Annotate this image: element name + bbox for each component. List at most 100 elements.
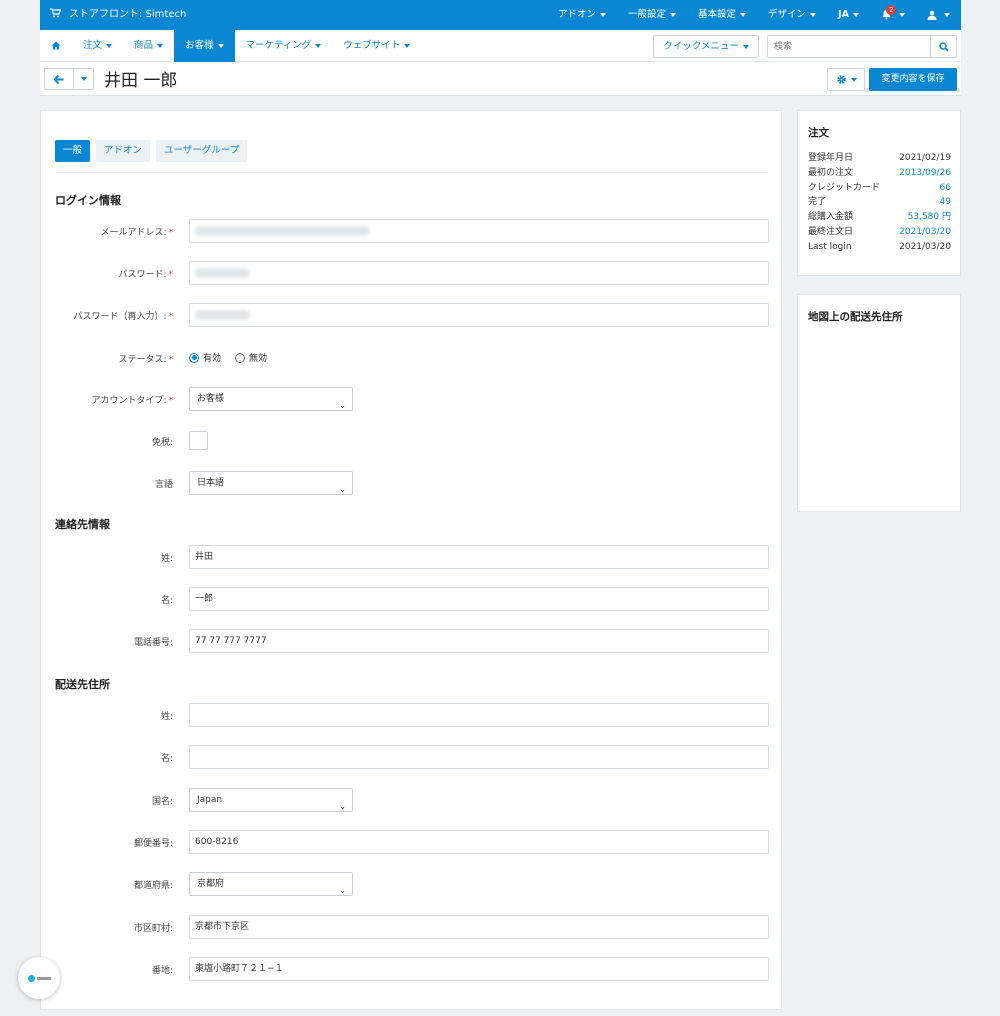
brand-label: ストアフロント: Simtech bbox=[69, 9, 187, 20]
form-tabs: 一般 アドオン ユーザーグループ bbox=[55, 140, 248, 162]
shipping-section-title: 配送先住所 bbox=[55, 678, 110, 691]
shipping-lastname-field[interactable] bbox=[189, 703, 769, 727]
status-radio-group: 有効 無効 bbox=[189, 351, 267, 364]
nav-home[interactable] bbox=[40, 30, 72, 62]
storefront-brand[interactable]: ストアフロント: Simtech bbox=[50, 0, 186, 30]
floating-chat-widget[interactable] bbox=[18, 957, 60, 999]
stat-row: クレジットカード 66 bbox=[808, 181, 951, 196]
tab-addons[interactable]: アドオン bbox=[96, 140, 151, 162]
chevron-down-icon bbox=[404, 43, 411, 48]
language-menu-label: JA bbox=[838, 9, 849, 20]
stat-value-link[interactable]: 2013/09/26 bbox=[899, 166, 951, 181]
stat-row: 登録年月日 2021/02/19 bbox=[808, 151, 951, 166]
email-field[interactable] bbox=[189, 219, 769, 243]
back-button[interactable] bbox=[44, 68, 74, 90]
phone-field[interactable]: 77 77 777 7777 bbox=[189, 629, 769, 653]
tax-exempt-label: 免税: bbox=[151, 438, 173, 448]
top-menu-addons-label: アドオン bbox=[557, 9, 596, 20]
chevron-down-icon bbox=[600, 12, 606, 17]
account-type-label-text: アカウントタイプ: bbox=[91, 396, 167, 406]
page-title: 井田 一郎 bbox=[104, 71, 178, 91]
top-menu-basic-settings[interactable]: 基本設定 bbox=[687, 0, 757, 30]
redacted-value bbox=[195, 267, 250, 278]
stat-row: 最初の注文 2013/09/26 bbox=[808, 166, 951, 181]
nav-products[interactable]: 商品 bbox=[123, 30, 174, 62]
shipping-firstname-label: 名: bbox=[160, 754, 173, 764]
orders-stats: 登録年月日 2021/02/19 最初の注文 2013/09/26 クレジットカード… bbox=[808, 151, 951, 255]
contact-lastname-field[interactable]: 井田 bbox=[189, 545, 769, 569]
orders-summary-panel: 注文 登録年月日 2021/02/19 最初の注文 2013/09/26 クレジット… bbox=[797, 110, 961, 276]
home-icon bbox=[51, 41, 61, 50]
chevron-down-icon bbox=[743, 44, 749, 49]
required-marker: * bbox=[168, 270, 174, 280]
search-input[interactable] bbox=[767, 35, 931, 58]
status-disabled-radio[interactable] bbox=[235, 352, 246, 363]
nav-website[interactable]: ウェブサイト bbox=[332, 30, 421, 62]
stat-value-link[interactable]: 53,580 円 bbox=[908, 210, 951, 225]
nav-orders[interactable]: 注文 bbox=[72, 30, 123, 62]
stat-label: 最初の注文 bbox=[808, 167, 854, 178]
stat-value-link[interactable]: 66 bbox=[940, 181, 951, 196]
account-type-select[interactable]: お客様 ⌄ bbox=[189, 387, 353, 411]
stat-row: 最終注文日 2021/03/20 bbox=[808, 225, 951, 240]
phone-label: 電話番号: bbox=[133, 638, 173, 648]
language-select[interactable]: 日本語 ⌄ bbox=[189, 471, 353, 495]
chevron-down-icon bbox=[740, 12, 747, 17]
city-field[interactable]: 京都市下京区 bbox=[189, 915, 769, 939]
chevron-down-icon: ⌄ bbox=[339, 401, 346, 410]
back-dropdown-button[interactable] bbox=[73, 68, 94, 90]
top-menu-addons[interactable]: アドオン bbox=[547, 0, 617, 30]
status-active-label: 有効 bbox=[203, 354, 222, 364]
cart-icon bbox=[50, 0, 62, 30]
nav-marketing[interactable]: マーケティング bbox=[235, 30, 333, 62]
notification-badge: 2 bbox=[885, 5, 897, 15]
language-menu[interactable]: JA bbox=[827, 0, 870, 30]
account-type-label: アカウントタイプ: * bbox=[91, 393, 173, 406]
top-menu-basic-settings-label: 基本設定 bbox=[698, 9, 737, 20]
save-changes-button[interactable]: 変更内容を保存 bbox=[869, 68, 957, 91]
status-active-radio[interactable] bbox=[189, 352, 199, 363]
login-section-title: ログイン情報 bbox=[55, 194, 121, 207]
country-select[interactable]: Japan ⌄ bbox=[189, 788, 353, 812]
contact-firstname-field[interactable]: 一郎 bbox=[189, 587, 769, 611]
city-label: 市区町村: bbox=[133, 924, 173, 934]
widget-logo-text bbox=[36, 976, 51, 980]
required-marker: * bbox=[168, 355, 174, 365]
settings-dropdown-button[interactable] bbox=[827, 68, 865, 91]
top-menu-general-settings[interactable]: 一般設定 bbox=[617, 0, 687, 30]
notifications-menu[interactable]: 2 bbox=[870, 0, 916, 30]
tax-exempt-checkbox[interactable] bbox=[189, 431, 208, 450]
stat-value: 2021/03/20 bbox=[899, 241, 951, 252]
nav-customers[interactable]: お客様 bbox=[174, 30, 235, 62]
stat-label: Last login bbox=[808, 241, 852, 252]
user-menu[interactable] bbox=[916, 0, 961, 30]
stat-value-link[interactable]: 49 bbox=[940, 195, 951, 210]
quick-menu-button[interactable]: クイックメニュー bbox=[653, 35, 759, 58]
zip-field[interactable]: 600-8216 bbox=[189, 830, 769, 854]
stat-row: Last login 2021/03/20 bbox=[808, 240, 951, 255]
stat-label: 最終注文日 bbox=[808, 226, 854, 237]
shipping-lastname-label: 姓: bbox=[160, 712, 173, 722]
stat-label: クレジットカード bbox=[808, 182, 881, 193]
quick-menu-label: クイックメニュー bbox=[663, 41, 739, 52]
stat-value-link[interactable]: 2021/03/20 bbox=[899, 225, 951, 240]
redacted-value bbox=[195, 225, 370, 236]
chevron-down-icon bbox=[80, 77, 87, 81]
tab-user-groups[interactable]: ユーザーグループ bbox=[156, 140, 248, 162]
nav-orders-label: 注文 bbox=[83, 40, 103, 51]
shipping-map-panel: 地図上の配送先住所 bbox=[797, 294, 961, 512]
search-button[interactable] bbox=[930, 35, 957, 58]
top-menu-general-settings-label: 一般設定 bbox=[628, 9, 667, 20]
top-menu-design[interactable]: デザイン bbox=[757, 0, 827, 30]
password-confirm-field[interactable] bbox=[189, 303, 769, 327]
shipping-firstname-field[interactable] bbox=[189, 745, 769, 769]
stat-row: 完了 49 bbox=[808, 195, 951, 210]
chevron-down-icon bbox=[217, 43, 224, 48]
nav-marketing-label: マーケティング bbox=[245, 40, 312, 51]
tab-general[interactable]: 一般 bbox=[55, 140, 91, 162]
nav-customers-label: お客様 bbox=[185, 40, 214, 51]
address-field[interactable]: 東塩小路町７２１−１ bbox=[189, 957, 769, 981]
state-select[interactable]: 京都府 ⌄ bbox=[189, 872, 353, 896]
password-field[interactable] bbox=[189, 261, 769, 285]
password-confirm-label-text: パスワード（再入力）: bbox=[73, 312, 167, 322]
